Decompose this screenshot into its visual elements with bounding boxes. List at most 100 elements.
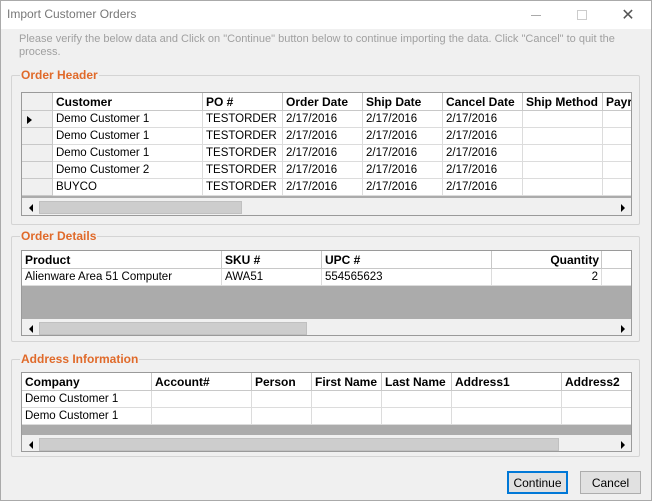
cancel-button[interactable]: Cancel <box>580 471 641 494</box>
column-header[interactable]: PO # <box>203 93 283 111</box>
table-cell[interactable] <box>452 408 562 425</box>
table-row[interactable]: Demo Customer 1 <box>22 391 631 408</box>
table-cell[interactable]: 2/17/2016 <box>443 162 523 179</box>
table-cell[interactable] <box>603 179 631 196</box>
table-row[interactable]: Demo Customer 1 TESTORDER 2/17/2016 2/17/20… <box>22 128 631 145</box>
column-header[interactable]: Ship Method <box>523 93 603 111</box>
table-row[interactable]: Demo Customer 1 TESTORDER 2/17/2016 2/17/20… <box>22 111 631 128</box>
scroll-thumb[interactable] <box>39 322 307 335</box>
table-cell[interactable]: TESTORDER <box>203 145 283 162</box>
table-cell[interactable]: AWA51 <box>222 269 322 286</box>
row-selector[interactable] <box>22 179 53 196</box>
table-cell[interactable]: Demo Customer 1 <box>53 145 203 162</box>
table-row[interactable]: Alienware Area 51 Computer AWA51 554565623… <box>22 269 631 286</box>
scroll-right-button[interactable] <box>614 320 631 335</box>
table-row[interactable]: Demo Customer 2 TESTORDER 2/17/2016 2/17/20… <box>22 162 631 179</box>
order-details-hscrollbar[interactable] <box>22 319 631 335</box>
table-cell[interactable]: TESTORDER <box>203 179 283 196</box>
table-cell[interactable] <box>523 179 603 196</box>
table-cell[interactable] <box>562 391 631 408</box>
table-cell[interactable] <box>382 408 452 425</box>
table-cell[interactable]: 5.00 <box>602 269 631 286</box>
column-header[interactable]: Address1 <box>452 373 562 391</box>
scroll-right-button[interactable] <box>614 199 631 215</box>
order-header-grid[interactable]: Customer PO # Order Date Ship Date Cancel Da… <box>21 92 632 216</box>
table-cell[interactable]: TESTORDER <box>203 128 283 145</box>
table-cell[interactable]: Demo Customer 1 <box>53 128 203 145</box>
scroll-track[interactable] <box>39 436 614 451</box>
table-cell[interactable]: 2/17/2016 <box>283 162 363 179</box>
table-cell[interactable] <box>603 128 631 145</box>
table-cell[interactable] <box>523 111 603 128</box>
table-cell[interactable] <box>603 145 631 162</box>
row-selector[interactable] <box>22 111 53 128</box>
table-cell[interactable]: 2/17/2016 <box>443 145 523 162</box>
table-cell[interactable] <box>603 111 631 128</box>
column-header[interactable]: Person <box>252 373 312 391</box>
table-cell[interactable]: 2/17/2016 <box>363 111 443 128</box>
table-row[interactable]: Demo Customer 1 TESTORDER 2/17/2016 2/17/20… <box>22 145 631 162</box>
close-button[interactable]: ✕ <box>605 1 651 29</box>
table-cell[interactable] <box>252 391 312 408</box>
column-header[interactable]: Cancel Date <box>443 93 523 111</box>
column-header[interactable]: Payr <box>603 93 631 111</box>
table-cell[interactable]: BUYCO <box>53 179 203 196</box>
scroll-left-button[interactable] <box>22 320 39 335</box>
scroll-left-button[interactable] <box>22 436 39 451</box>
table-cell[interactable]: Alienware Area 51 Computer <box>22 269 222 286</box>
column-header[interactable]: Order Date <box>283 93 363 111</box>
address-info-grid[interactable]: Company Account# Person First Name Last Name… <box>21 372 632 452</box>
table-cell[interactable]: TESTORDER <box>203 111 283 128</box>
column-header[interactable]: SKU # <box>222 251 322 269</box>
table-cell[interactable]: Demo Customer 2 <box>53 162 203 179</box>
column-header[interactable]: Ship Date <box>363 93 443 111</box>
column-header[interactable]: Last Name <box>382 373 452 391</box>
table-cell[interactable]: 2/17/2016 <box>363 179 443 196</box>
column-header[interactable]: UPC # <box>322 251 492 269</box>
column-header[interactable]: Company <box>22 373 152 391</box>
table-cell[interactable] <box>523 162 603 179</box>
table-cell[interactable] <box>562 408 631 425</box>
order-details-grid[interactable]: ProductSKU #UPC #QuantityPrice $UnitAlie… <box>21 250 632 336</box>
table-cell[interactable] <box>382 391 452 408</box>
continue-button[interactable]: Continue <box>507 471 568 494</box>
table-cell[interactable]: Demo Customer 1 <box>22 391 152 408</box>
table-row[interactable]: Demo Customer 1 <box>22 408 631 425</box>
table-cell[interactable]: 2/17/2016 <box>443 111 523 128</box>
table-row[interactable]: BUYCO TESTORDER 2/17/2016 2/17/2016 2/17/201… <box>22 179 631 196</box>
maximize-button[interactable] <box>559 1 605 29</box>
table-cell[interactable] <box>523 128 603 145</box>
column-header[interactable]: Account# <box>152 373 252 391</box>
table-cell[interactable]: Demo Customer 1 <box>53 111 203 128</box>
scroll-track[interactable] <box>39 320 614 335</box>
table-cell[interactable]: 2/17/2016 <box>283 128 363 145</box>
column-header[interactable]: Quantity <box>492 251 602 269</box>
minimize-button[interactable] <box>513 1 559 29</box>
table-cell[interactable] <box>603 162 631 179</box>
table-cell[interactable]: 2/17/2016 <box>363 162 443 179</box>
table-cell[interactable]: Demo Customer 1 <box>22 408 152 425</box>
scroll-thumb[interactable] <box>39 438 559 451</box>
address-info-hscrollbar[interactable] <box>22 435 631 451</box>
table-cell[interactable] <box>152 408 252 425</box>
column-header[interactable]: Price $ <box>602 251 631 269</box>
scroll-right-button[interactable] <box>614 436 631 451</box>
column-header[interactable]: First Name <box>312 373 382 391</box>
table-cell[interactable] <box>312 391 382 408</box>
row-selector[interactable] <box>22 162 53 179</box>
scroll-track[interactable] <box>39 199 614 215</box>
table-cell[interactable] <box>152 391 252 408</box>
table-cell[interactable]: 2/17/2016 <box>363 145 443 162</box>
table-cell[interactable]: TESTORDER <box>203 162 283 179</box>
row-selector[interactable] <box>22 145 53 162</box>
table-cell[interactable]: 2/17/2016 <box>283 179 363 196</box>
column-header[interactable]: Product <box>22 251 222 269</box>
table-cell[interactable]: 2/17/2016 <box>283 111 363 128</box>
table-cell[interactable] <box>312 408 382 425</box>
table-cell[interactable]: 2/17/2016 <box>443 128 523 145</box>
table-cell[interactable]: 2 <box>492 269 602 286</box>
table-cell[interactable] <box>523 145 603 162</box>
table-cell[interactable]: 2/17/2016 <box>283 145 363 162</box>
order-header-hscrollbar[interactable] <box>22 198 631 215</box>
scroll-thumb[interactable] <box>39 201 242 214</box>
